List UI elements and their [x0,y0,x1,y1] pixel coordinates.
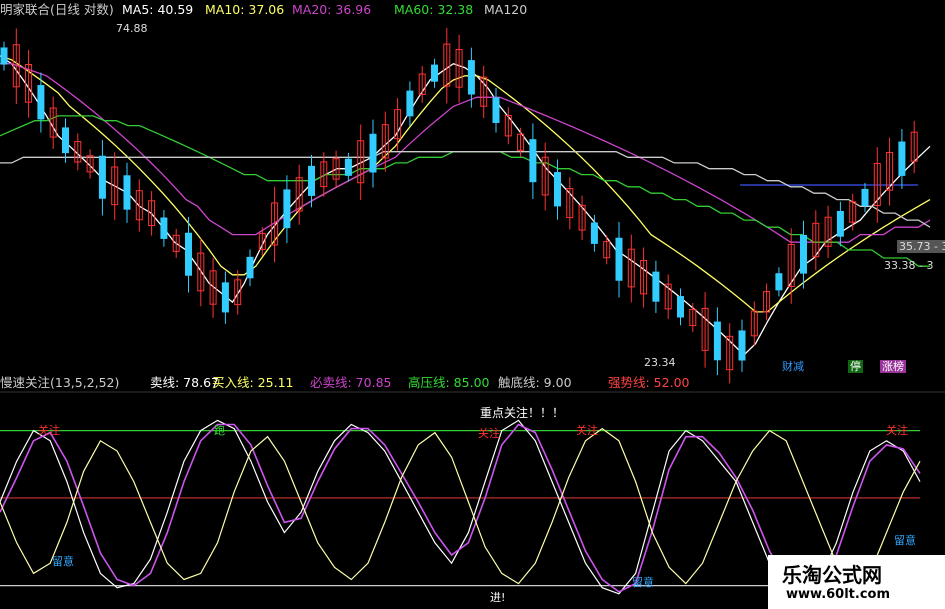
ma20-label: MA20: 36.96 [292,2,372,17]
bottom-line-label: 触底线: 9.00 [498,375,572,390]
right-price-label-1: 35.73 - 3 [897,240,945,253]
sell-line-label: 卖线: 78.67 [150,375,219,390]
pao-annotation: 跑 [214,424,225,437]
ma10-label: MA10: 37.06 [205,2,285,17]
focus-annotation: 重点关注！！！ [480,406,565,420]
buy-line-label: 买入线: 25.11 [212,375,294,390]
liuyi-annotation-1: 留意 [52,555,74,568]
ma60-label: MA60: 32.38 [394,2,474,17]
tag-ting: 停 [848,360,863,373]
high-pressure-line-label: 高压线: 85.00 [408,375,490,390]
guanzhu-annotation-1: 关注 [38,424,60,437]
price-title: 明家联合(日线 对数) [0,2,114,17]
must-sell-line-label: 必卖线: 70.85 [310,375,392,390]
indicator-chart [0,391,945,595]
stock-chart-screenshot: 明家联合(日线 对数) MA5: 40.59 MA10: 37.06 MA20:… [0,0,945,609]
indicator-title: 慢速关注(13,5,2,52) [0,375,120,390]
guanzhu-annotation-3: 关注 [576,424,598,437]
watermark-box: 乐淘公式网 www.60lt.com [768,555,945,609]
tag-caijian: 财减 [782,360,804,373]
liuyi-annotation-3: 留意 [894,534,916,547]
ma120-label: MA120 [484,2,528,17]
watermark-url: www.60lt.com [786,587,891,602]
high-price-label: 74.88 [116,22,148,35]
jin-annotation: 进! [490,591,506,604]
guanzhu-annotation-4: 关注 [886,424,908,437]
strong-line-label: 强势线: 52.00 [608,375,690,390]
ma5-label: MA5: 40.59 [122,2,194,17]
low-price-label: 23.34 [644,356,676,369]
tag-zhangbang: 涨榜 [880,360,906,373]
right-price-label-2: 33.38 - 3 [884,259,934,272]
guanzhu-annotation-2: 关注 [478,427,500,440]
liuyi-annotation-2: 留意 [632,576,654,589]
watermark-name: 乐淘公式网 [782,563,882,587]
